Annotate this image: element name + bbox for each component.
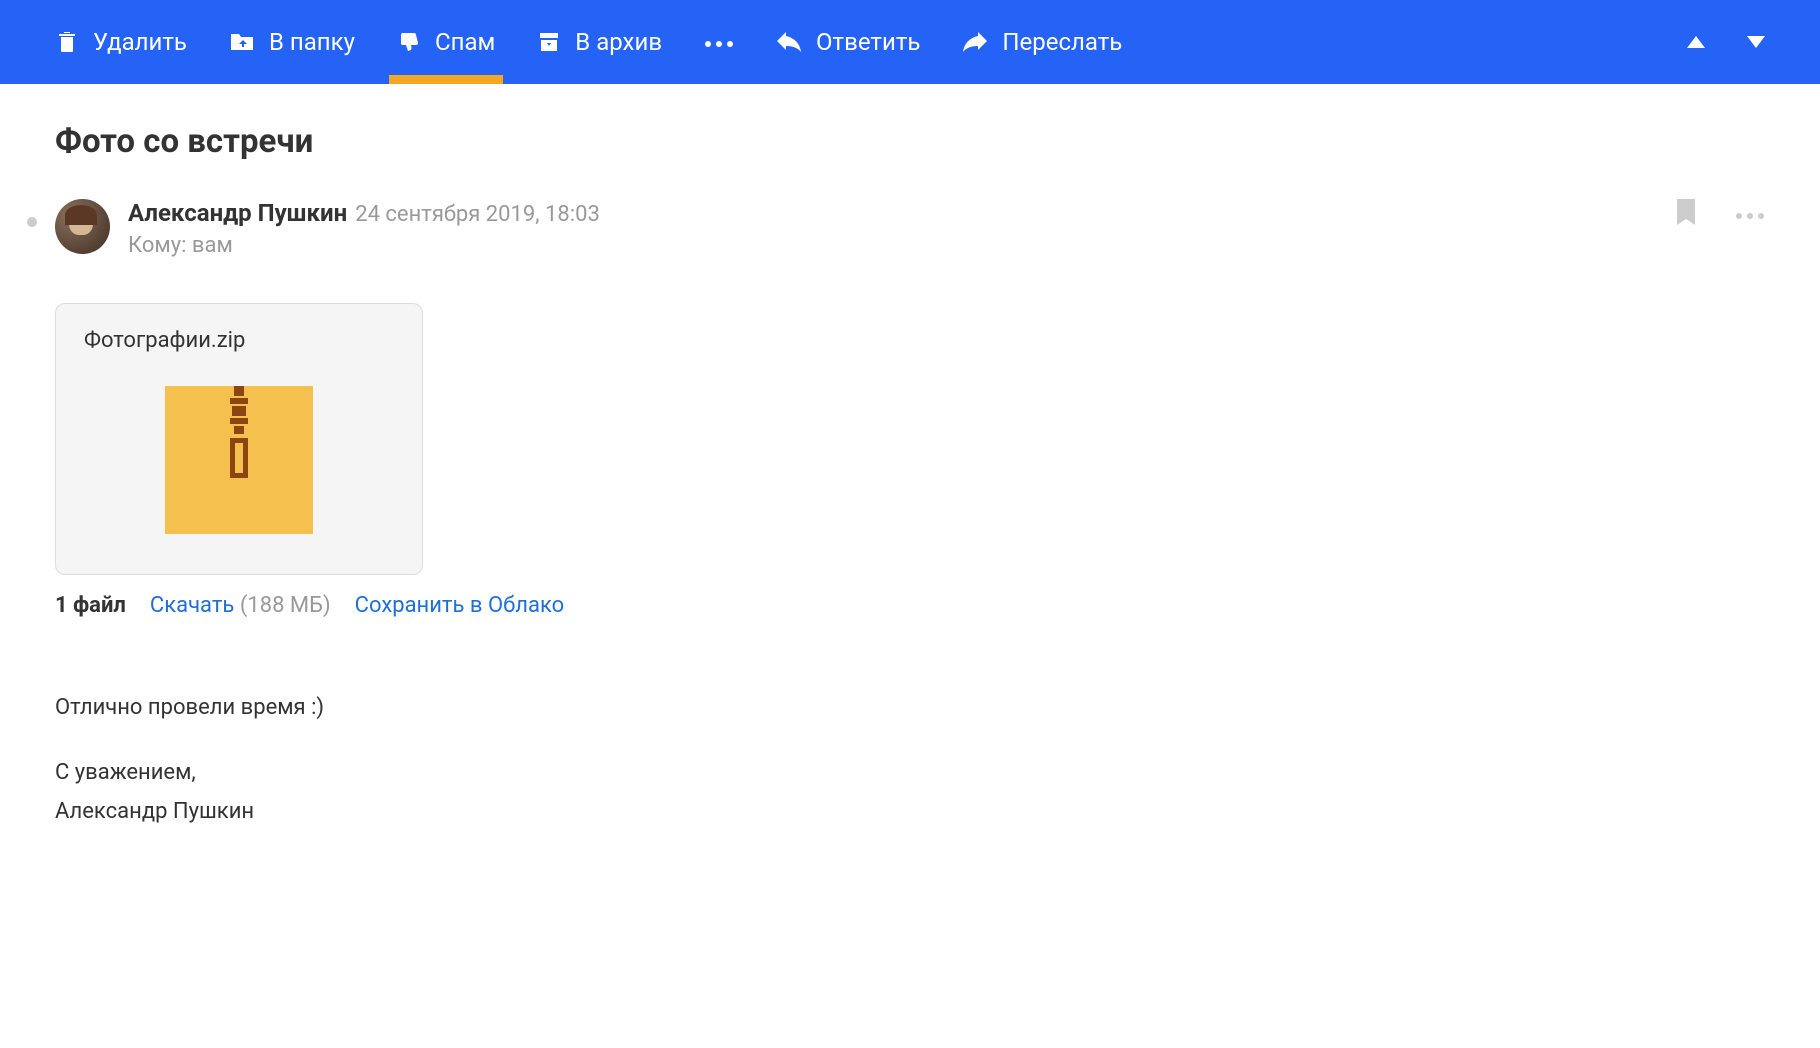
- recipient[interactable]: вам: [192, 233, 233, 258]
- more-actions-button[interactable]: [704, 33, 734, 52]
- bookmark-button[interactable]: [1677, 199, 1695, 229]
- reply-button[interactable]: Ответить: [776, 0, 920, 84]
- attachment-section: Фотографии.zip 1 файл Скачать: [55, 303, 1820, 618]
- header-actions: [1677, 199, 1765, 229]
- attachment-filename: Фотографии.zip: [84, 328, 394, 353]
- archive-icon: [537, 30, 561, 54]
- recipient-label: Кому:: [128, 233, 192, 258]
- zip-icon-wrapper: [84, 369, 394, 550]
- sender-avatar[interactable]: [55, 199, 110, 254]
- save-cloud-link[interactable]: Сохранить в Облако: [355, 593, 564, 618]
- email-subject: Фото со встречи: [55, 122, 1820, 161]
- toolbar-right: [1687, 33, 1765, 52]
- file-size: (188 МБ): [240, 593, 331, 618]
- next-message-button[interactable]: [1747, 33, 1765, 52]
- reply-label: Ответить: [816, 28, 920, 56]
- delete-button[interactable]: Удалить: [55, 0, 187, 84]
- recipient-line: Кому: вам: [128, 233, 1677, 258]
- message-body: Отлично провели время :) С уважением, Ал…: [55, 690, 1820, 830]
- attachment-card[interactable]: Фотографии.zip: [55, 303, 423, 575]
- forward-button[interactable]: Переслать: [962, 0, 1122, 84]
- move-button[interactable]: В папку: [229, 0, 355, 84]
- download-link[interactable]: Скачать: [150, 593, 234, 618]
- move-label: В папку: [269, 28, 355, 56]
- attachment-meta: 1 файл Скачать (188 МБ) Сохранить в Обла…: [55, 593, 1820, 618]
- prev-message-button[interactable]: [1687, 33, 1705, 52]
- folder-move-icon: [229, 30, 255, 54]
- thumbs-down-icon: [397, 30, 421, 54]
- toolbar: Удалить В папку Спам В архив Ответить Пе…: [0, 0, 1820, 84]
- email-content: Фото со встречи Александр Пушкин 24 сент…: [0, 84, 1820, 830]
- body-line-2: С уважением,: [55, 755, 1820, 790]
- zip-file-icon: [165, 386, 313, 534]
- spam-label: Спам: [435, 28, 495, 56]
- file-count: 1 файл: [55, 593, 126, 618]
- message-more-button[interactable]: [1735, 205, 1765, 224]
- forward-label: Переслать: [1002, 28, 1122, 56]
- spam-button[interactable]: Спам: [397, 0, 495, 84]
- message-header: Александр Пушкин 24 сентября 2019, 18:03…: [55, 199, 1820, 258]
- read-indicator[interactable]: [27, 217, 37, 227]
- dots-icon: [704, 33, 734, 52]
- body-line-3: Александр Пушкин: [55, 794, 1820, 829]
- delete-label: Удалить: [93, 28, 187, 56]
- sender-date: 24 сентября 2019, 18:03: [355, 202, 600, 227]
- reply-icon: [776, 31, 802, 53]
- body-line-1: Отлично провели время :): [55, 690, 1820, 725]
- forward-icon: [962, 31, 988, 53]
- sender-info: Александр Пушкин 24 сентября 2019, 18:03…: [128, 199, 1677, 258]
- archive-label: В архив: [575, 28, 662, 56]
- sender-name[interactable]: Александр Пушкин: [128, 199, 347, 227]
- trash-icon: [55, 30, 79, 54]
- archive-button[interactable]: В архив: [537, 0, 662, 84]
